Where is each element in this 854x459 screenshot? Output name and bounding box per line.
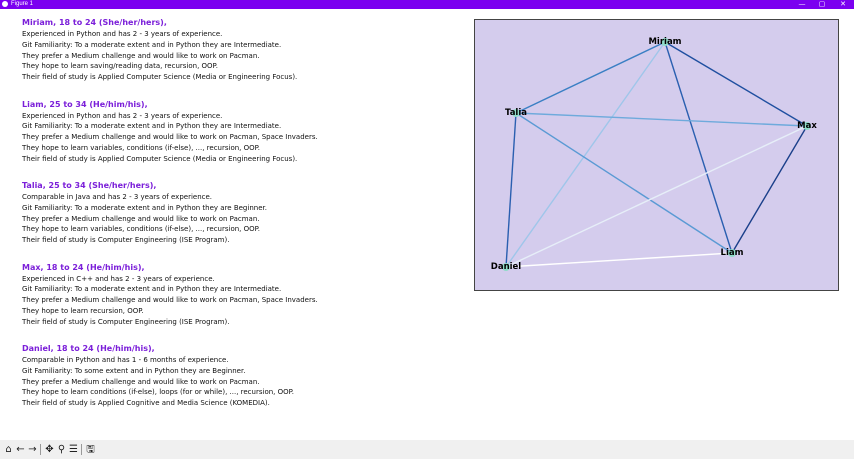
- node-label-liam: Liam: [720, 248, 744, 258]
- network-graph: Miriam Talia Max Liam Daniel: [474, 19, 839, 291]
- toolbar-separator: [40, 444, 41, 455]
- node-label-daniel: Daniel: [490, 262, 522, 272]
- maximize-button[interactable]: ▢: [813, 0, 831, 9]
- window-titlebar: Figure 1 — ▢ ✕: [0, 0, 854, 9]
- node-label-talia: Talia: [504, 108, 528, 118]
- profile-line: Git Familiarity: To some extent and in P…: [22, 366, 246, 375]
- edge-miriam-daniel: [505, 41, 666, 268]
- node-label-miriam: Miriam: [648, 37, 682, 47]
- profile-max: Max, 18 to 24 (He/him/his), Experienced …: [22, 263, 462, 345]
- profile-line: They prefer a Medium challenge and would…: [22, 133, 318, 142]
- profile-miriam: Miriam, 18 to 24 (She/her/hers), Experie…: [22, 18, 462, 100]
- profile-line: They hope to learn recursion, OOP.: [22, 306, 144, 315]
- edge-miriam-max: [664, 41, 808, 127]
- profile-line: They prefer a Medium challenge and would…: [22, 377, 260, 386]
- profile-line: They prefer a Medium challenge and would…: [22, 51, 260, 60]
- toolbar-separator: [81, 444, 82, 455]
- edge-talia-max: [515, 112, 808, 127]
- configure-subplots-icon[interactable]: ☰: [68, 443, 79, 456]
- profile-line: They hope to learn saving/reading data, …: [22, 62, 218, 71]
- profile-header: Talia, 25 to 34 (She/her/hers),: [22, 181, 157, 190]
- profile-line: Experienced in Python and has 2 - 3 year…: [22, 30, 223, 38]
- save-icon[interactable]: 🖫: [85, 443, 96, 456]
- edge-miriam-liam: [664, 41, 733, 254]
- profile-header: Liam, 25 to 34 (He/him/his),: [22, 99, 148, 109]
- edge-talia-daniel: [505, 112, 517, 268]
- node-label-max: Max: [797, 121, 817, 131]
- profile-line: Their field of study is Computer Enginee…: [22, 317, 230, 326]
- profile-header: Max, 18 to 24 (He/him/his),: [22, 262, 145, 272]
- forward-arrow-icon[interactable]: →: [27, 443, 38, 456]
- profile-line: Their field of study is Applied Computer…: [22, 154, 298, 163]
- profile-line: They prefer a Medium challenge and would…: [22, 214, 260, 223]
- profile-line: Their field of study is Computer Enginee…: [22, 236, 230, 245]
- profile-line: They prefer a Medium challenge and would…: [22, 296, 318, 305]
- plot-toolbar: ⌂ ← → ✥ ⚲ ☰ 🖫: [0, 440, 854, 459]
- profile-line: Experienced in C++ and has 2 - 3 years o…: [22, 274, 215, 283]
- app-icon: [2, 1, 8, 7]
- edge-max-daniel: [505, 125, 808, 268]
- pan-icon[interactable]: ✥: [44, 443, 55, 456]
- edge-talia-liam: [515, 112, 733, 254]
- profile-daniel: Daniel, 18 to 24 (He/him/his), Comparabl…: [22, 344, 462, 426]
- minimize-button[interactable]: —: [793, 0, 811, 9]
- profile-line: Their field of study is Applied Computer…: [22, 73, 298, 82]
- edge-max-liam: [731, 125, 808, 254]
- network-graph-svg: [502, 38, 811, 271]
- profile-line: Git Familiarity: To a moderate extent an…: [22, 122, 282, 131]
- window-title: Figure 1: [11, 1, 34, 7]
- edge-liam-daniel: [505, 252, 733, 268]
- zoom-icon[interactable]: ⚲: [56, 443, 67, 456]
- profile-line: Git Familiarity: To a moderate extent an…: [22, 285, 282, 294]
- profile-header: Miriam, 18 to 24 (She/her/hers),: [22, 18, 167, 27]
- profile-liam: Liam, 25 to 34 (He/him/his), Experienced…: [22, 100, 462, 182]
- profile-line: Git Familiarity: To a moderate extent an…: [22, 203, 267, 212]
- profile-line: Experienced in Python and has 2 - 3 year…: [22, 111, 223, 120]
- profile-line: They hope to learn conditions (if-else),…: [22, 388, 294, 397]
- profile-line: They hope to learn variables, conditions…: [22, 225, 260, 234]
- profile-header: Daniel, 18 to 24 (He/him/his),: [22, 344, 155, 353]
- back-arrow-icon[interactable]: ←: [15, 443, 26, 456]
- profile-line: Their field of study is Applied Cognitiv…: [22, 399, 270, 408]
- profiles-text-panel: Miriam, 18 to 24 (She/her/hers), Experie…: [22, 18, 462, 426]
- profile-talia: Talia, 25 to 34 (She/her/hers), Comparab…: [22, 181, 462, 263]
- home-icon[interactable]: ⌂: [3, 443, 14, 456]
- profile-line: Comparable in Python and has 1 - 6 month…: [22, 356, 229, 364]
- close-button[interactable]: ✕: [834, 0, 852, 9]
- profile-line: They hope to learn variables, conditions…: [22, 143, 260, 152]
- edge-miriam-talia: [515, 41, 666, 114]
- profile-line: Git Familiarity: To a moderate extent an…: [22, 40, 282, 49]
- profile-line: Comparable in Java and has 2 - 3 years o…: [22, 193, 213, 201]
